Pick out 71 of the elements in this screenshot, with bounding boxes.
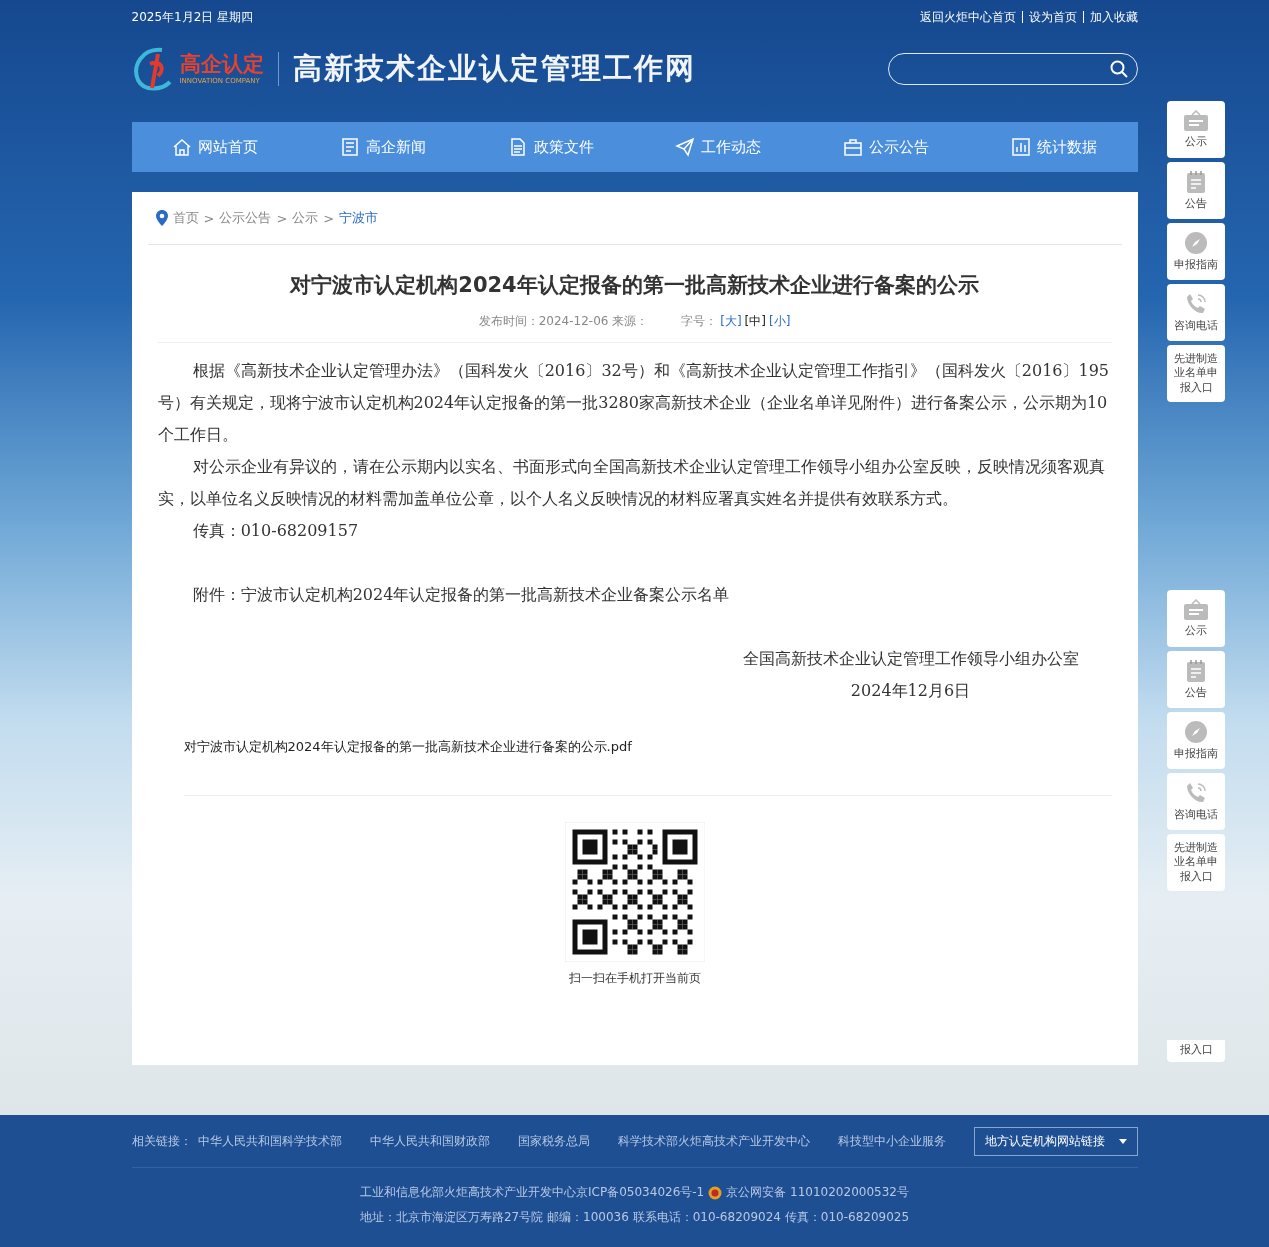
notepad-icon xyxy=(1185,169,1207,194)
nav-item[interactable]: 政策文件 xyxy=(466,122,635,172)
breadcrumb-link[interactable]: 首页 xyxy=(172,209,199,227)
side-menu-item[interactable]: 公告 xyxy=(1167,162,1225,219)
breadcrumb-separator: > xyxy=(323,210,335,226)
caret-icon xyxy=(1118,1138,1127,1144)
side-menu-item[interactable]: 公示 xyxy=(1167,101,1225,158)
attachment-link[interactable]: 对宁波市认定机构2024年认定报备的第一批高新技术企业进行备案的公示.pdf xyxy=(183,737,1112,796)
font-size-option[interactable]: [大] xyxy=(720,313,742,330)
side-menu-item[interactable]: 公告 xyxy=(1167,651,1225,708)
attachment-text: 附件：宁波市认定机构2024年认定报备的第一批高新技术企业备案公示名单 xyxy=(191,584,731,606)
location-pin-icon xyxy=(155,210,168,226)
nav-item[interactable]: 网站首页 xyxy=(131,122,300,172)
search-icon[interactable] xyxy=(1108,59,1129,79)
police-emblem-icon xyxy=(708,1185,723,1200)
signature-date: 2024年12月6日 xyxy=(850,680,971,702)
article-title: 对宁波市认定机构2024年认定报备的第一批高新技术企业进行备案的公示 xyxy=(288,272,980,299)
phone-icon xyxy=(1184,780,1208,805)
side-menu-item[interactable]: 咨询电话 xyxy=(1167,284,1225,341)
top-link[interactable]: 加入收藏 xyxy=(1089,8,1138,26)
side-menu-item[interactable]: 申报指南 xyxy=(1167,712,1225,769)
bar-chart-icon xyxy=(1010,137,1031,157)
compass-icon xyxy=(1184,230,1208,255)
footer-link[interactable]: 国家税务总局 xyxy=(517,1132,590,1150)
article-paragraph: 对公示企业有异议的，请在公示期内以实名、书面形式向全国高新技术企业认定管理工作领导小组办公室反映，反映情况须客观真实，以单位名义反映情况的材料需加盖单位公章，以个人名义反映情况的材料应署真实姓名并提供有效联系方式。 xyxy=(157,456,1106,510)
site-title: 高新技术企业认定管理工作网 xyxy=(292,50,697,87)
paper-plane-icon xyxy=(675,137,696,157)
logo-text: 高企认定 xyxy=(179,53,264,77)
breadcrumb-separator: > xyxy=(203,210,215,226)
notepad-icon xyxy=(1185,658,1207,683)
nav-item[interactable]: 公示公告 xyxy=(802,122,970,172)
date-text: 2025年1月2日 星期四 xyxy=(131,8,254,26)
footer-link[interactable]: 中华人民共和国科学技术部 xyxy=(197,1132,342,1150)
nav-item[interactable]: 工作动态 xyxy=(634,122,803,172)
home-icon xyxy=(172,137,193,157)
footer-link[interactable]: 科学技术部火炬高技术产业开发中心 xyxy=(617,1132,810,1150)
footer-link[interactable]: 科技型中小企业服务 xyxy=(837,1132,946,1150)
phone-icon xyxy=(1184,291,1208,316)
footer-link[interactable]: 中华人民共和国财政部 xyxy=(369,1132,490,1150)
links-label: 相关链接： xyxy=(131,1132,192,1150)
top-link[interactable]: 设为首页 xyxy=(1028,8,1077,26)
nav-item[interactable]: 统计数据 xyxy=(969,122,1138,172)
address-text: 地址：北京市海淀区万寿路27号院 邮编：100036 联系电话：010-68209024 传真：010-68209025 xyxy=(359,1209,910,1226)
breadcrumb-link[interactable]: 公示 xyxy=(292,209,319,227)
breadcrumb-link[interactable]: 宁波市 xyxy=(339,209,379,227)
font-size-label: 字号： xyxy=(681,313,718,330)
icp-text: 工业和信息化部火炬高技术产业开发中心京ICP备05034026号-1 xyxy=(360,1184,705,1201)
article-paragraph: 根据《高新技术企业认定管理办法》（国科发火〔2016〕32号）和《高新技术企业认定管理工作指引》（国科发火〔2016〕195号）有关规定，现将宁波市认定机构2024年认定报备的第一批3280家高新技术企业（企业名单详见附件）进行备案公示，公示期为10个工作日。 xyxy=(157,360,1111,446)
side-menu-item[interactable]: 申报指南 xyxy=(1167,223,1225,280)
font-size-option[interactable]: [小] xyxy=(768,313,791,330)
article-paragraph: 传真：010-68209157 xyxy=(191,520,360,542)
briefcase-icon xyxy=(843,137,863,157)
document-icon xyxy=(340,137,360,157)
signature-org: 全国高新技术企业认定管理工作领导小组办公室 xyxy=(742,648,1079,670)
site-links-dropdown[interactable]: 地方认定机构网站链接 xyxy=(973,1126,1138,1156)
police-record-text: 京公网安备 11010202000532号 xyxy=(726,1184,909,1201)
publish-info: 发布时间：2024-12-06 来源： xyxy=(478,313,649,330)
nav-item[interactable]: 高企新闻 xyxy=(299,122,467,172)
side-menu-item[interactable]: 公示 xyxy=(1167,590,1225,647)
compass-icon xyxy=(1184,719,1208,744)
breadcrumb-link[interactable]: 公示公告 xyxy=(219,209,272,227)
font-size-option[interactable]: [中] xyxy=(744,313,766,330)
side-menu-item[interactable]: 先进制造业名单申报入口 xyxy=(1167,345,1225,402)
qr-caption: 扫一扫在手机打开当前页 xyxy=(568,970,701,987)
side-menu-item[interactable]: 报入口 xyxy=(1167,1040,1225,1062)
side-menu-item[interactable]: 咨询电话 xyxy=(1167,773,1225,830)
side-menu-item[interactable]: 先进制造业名单申报入口 xyxy=(1167,834,1225,891)
top-link[interactable]: 返回火炬中心首页 xyxy=(919,8,1016,26)
breadcrumb-separator: > xyxy=(276,210,288,226)
signboard-icon xyxy=(1183,109,1209,132)
signboard-icon xyxy=(1183,598,1209,621)
